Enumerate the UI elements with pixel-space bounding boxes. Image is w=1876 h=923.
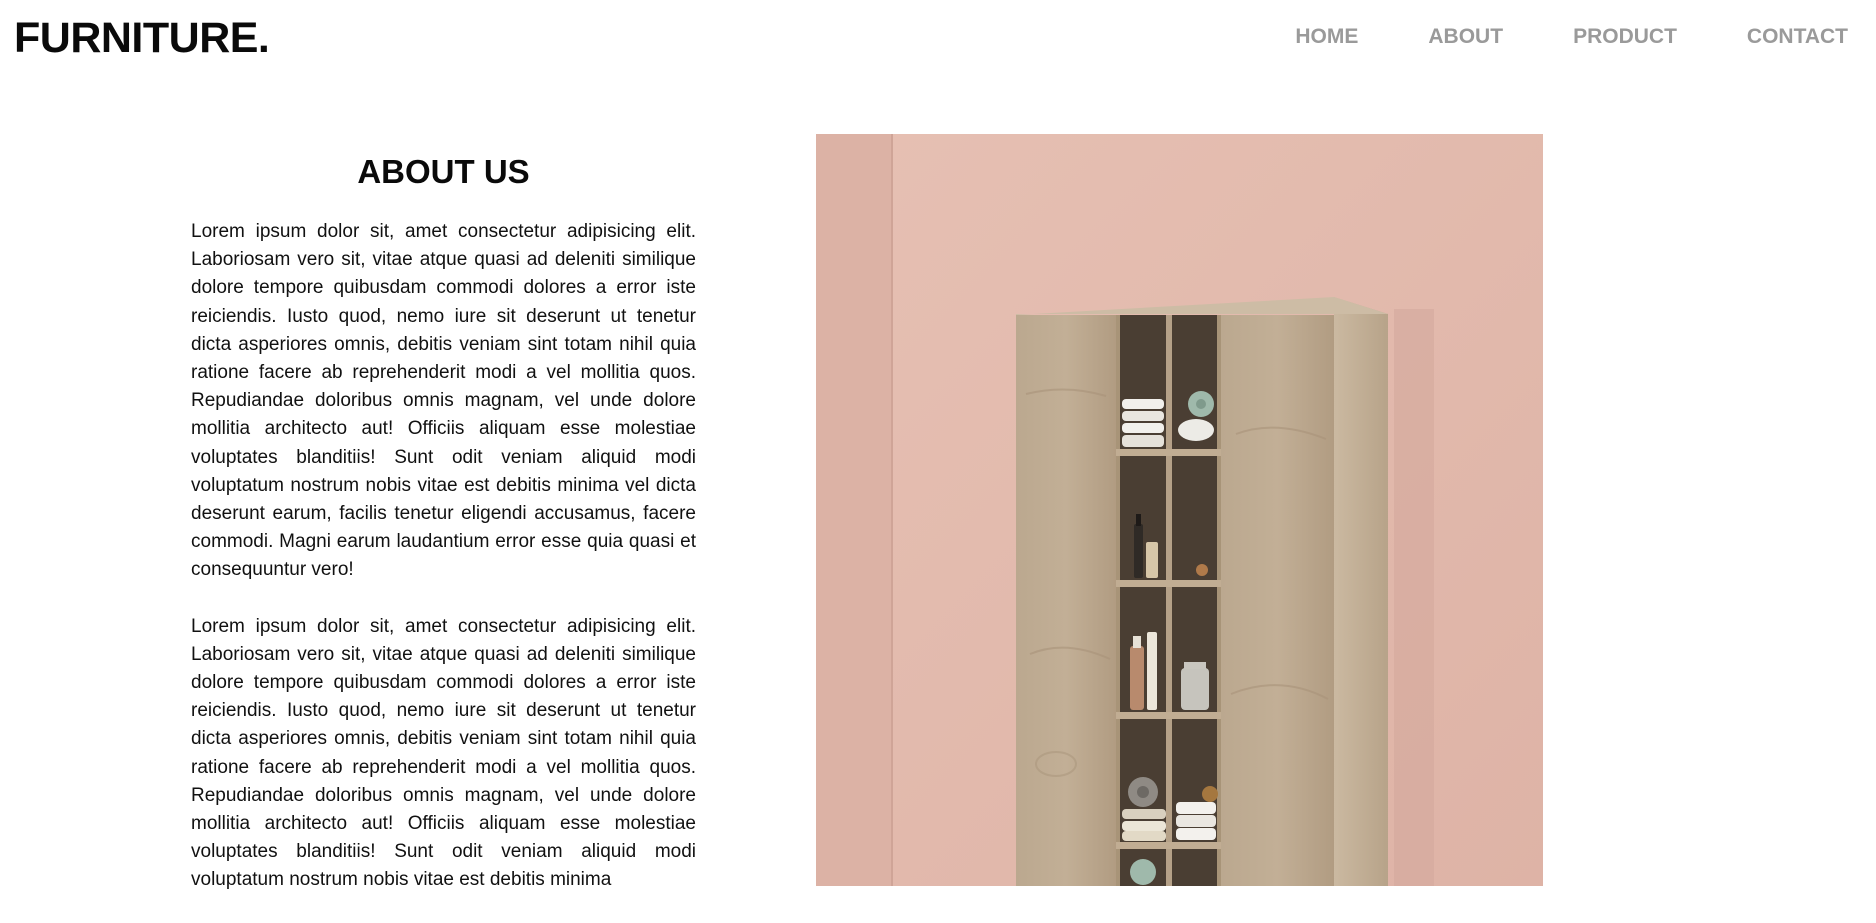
cabinet-illustration (816, 134, 1543, 886)
about-section: ABOUT US Lorem ipsum dolor sit, amet con… (191, 140, 696, 923)
about-title: ABOUT US (357, 153, 530, 190)
site-header: FURNITURE. HOME ABOUT PRODUCT CONTACT (0, 0, 1876, 80)
nav-about[interactable]: ABOUT (1428, 24, 1503, 50)
about-paragraph-1: Lorem ipsum dolor sit, amet consectetur … (191, 221, 696, 581)
brand-logo[interactable]: FURNITURE. (14, 12, 270, 64)
nav-home[interactable]: HOME (1295, 24, 1358, 50)
nav-product[interactable]: PRODUCT (1573, 24, 1677, 50)
nav-contact[interactable]: CONTACT (1747, 24, 1848, 50)
main-nav: HOME ABOUT PRODUCT CONTACT (1225, 24, 1848, 50)
furniture-cabinet-image (816, 134, 1543, 886)
about-paragraph-2: Lorem ipsum dolor sit, amet consectetur … (191, 615, 696, 891)
